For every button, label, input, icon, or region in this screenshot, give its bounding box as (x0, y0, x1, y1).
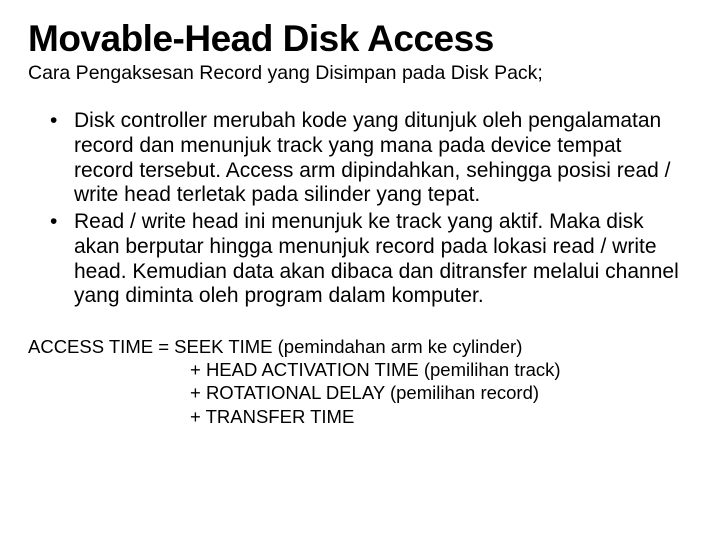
formula-line: ACCESS TIME = SEEK TIME (pemindahan arm … (28, 335, 692, 358)
list-item: Disk controller merubah kode yang ditunj… (46, 109, 682, 208)
page-title: Movable-Head Disk Access (28, 18, 692, 60)
formula-line: + HEAD ACTIVATION TIME (pemilihan track) (28, 358, 692, 381)
formula-line: + ROTATIONAL DELAY (pemilihan record) (28, 381, 692, 404)
bullet-list: Disk controller merubah kode yang ditunj… (46, 109, 682, 309)
page-subtitle: Cara Pengaksesan Record yang Disimpan pa… (28, 62, 692, 85)
list-item: Read / write head ini menunjuk ke track … (46, 210, 682, 309)
formula-line: + TRANSFER TIME (28, 405, 692, 428)
formula-block: ACCESS TIME = SEEK TIME (pemindahan arm … (28, 335, 692, 428)
